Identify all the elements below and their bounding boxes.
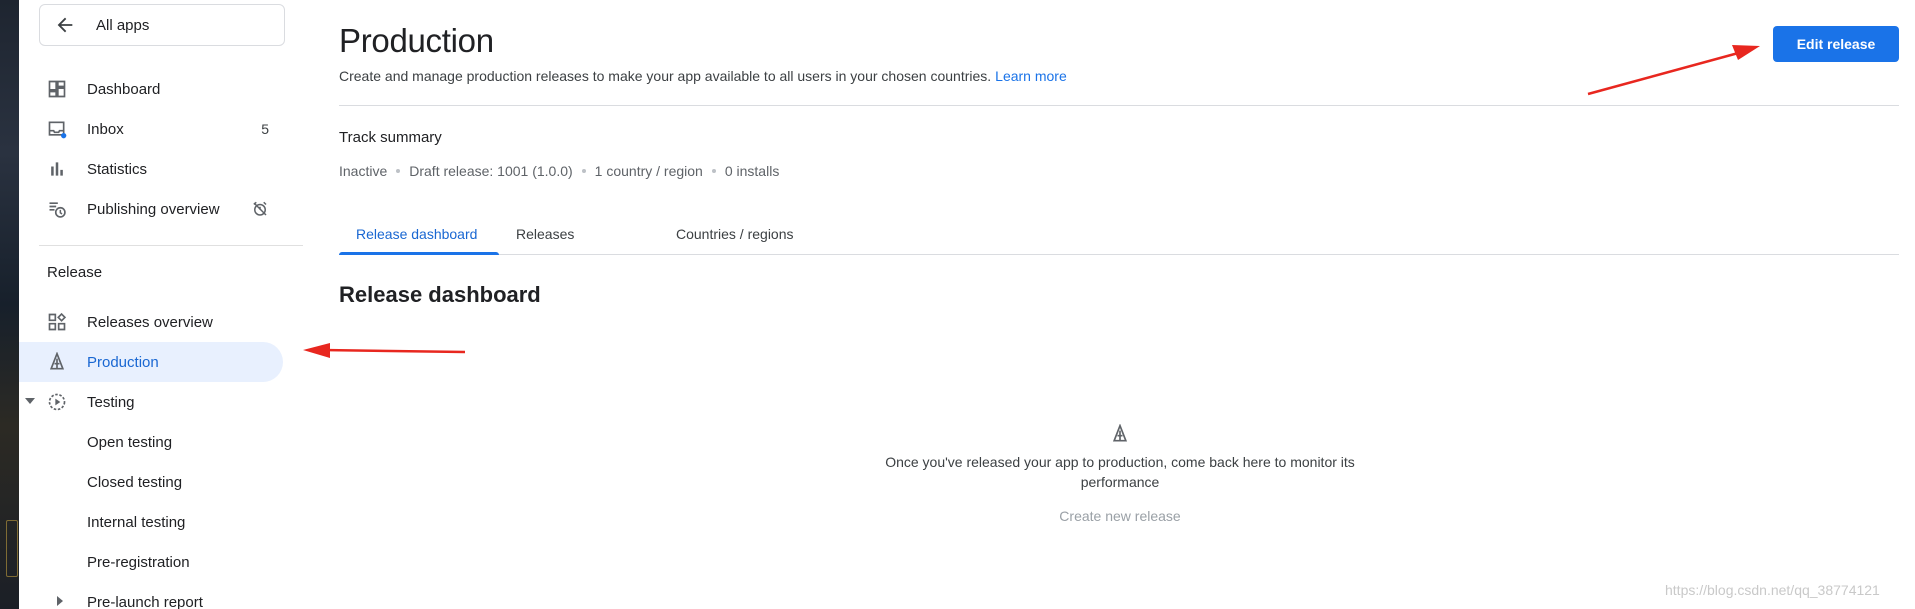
page-subtitle: Create and manage production releases to… bbox=[339, 68, 1067, 84]
all-apps-label: All apps bbox=[96, 16, 150, 34]
sidebar-item-pre-launch-report[interactable]: Pre-launch report bbox=[19, 582, 283, 609]
separator-dot bbox=[396, 169, 401, 173]
tab-countries-regions[interactable]: Countries / regions bbox=[676, 226, 794, 242]
sidebar-item-closed-testing[interactable]: Closed testing bbox=[19, 462, 283, 502]
releases-overview-icon bbox=[48, 312, 67, 331]
sidebar-item-label: Testing bbox=[87, 393, 135, 411]
sidebar-item-publishing-overview[interactable]: Publishing overview bbox=[19, 189, 283, 229]
sidebar-item-dashboard[interactable]: Dashboard bbox=[19, 69, 283, 109]
sidebar-item-label: Pre-registration bbox=[87, 553, 190, 571]
track-draft-release: Draft release: 1001 (1.0.0) bbox=[409, 163, 573, 179]
empty-state-message: Once you've released your app to product… bbox=[885, 454, 1355, 490]
sidebar-item-label: Publishing overview bbox=[87, 200, 220, 218]
edit-release-button[interactable]: Edit release bbox=[1773, 26, 1899, 62]
sidebar-item-label: Closed testing bbox=[87, 473, 183, 491]
chevron-down-icon[interactable] bbox=[25, 398, 35, 404]
sidebar-item-label: Dashboard bbox=[87, 80, 161, 98]
separator-dot bbox=[711, 169, 716, 173]
header-divider bbox=[339, 105, 1899, 106]
sidebar-divider bbox=[39, 245, 303, 246]
sidebar-item-releases-overview[interactable]: Releases overview bbox=[19, 302, 283, 342]
sidebar-item-testing[interactable]: Testing bbox=[19, 382, 283, 422]
track-summary-title: Track summary bbox=[339, 129, 442, 146]
subtitle-text: Create and manage production releases to… bbox=[339, 68, 992, 84]
sidebar-item-label: Releases overview bbox=[87, 313, 213, 331]
sidebar-item-label: Pre-launch report bbox=[87, 593, 203, 609]
production-icon bbox=[49, 352, 65, 370]
tab-bar: Release dashboard Releases Countries / r… bbox=[339, 216, 1899, 255]
section-title: Release dashboard bbox=[339, 282, 541, 307]
dashboard-icon bbox=[48, 80, 66, 98]
separator-dot bbox=[581, 169, 586, 173]
sidebar-item-label: Internal testing bbox=[87, 513, 186, 531]
track-countries: 1 country / region bbox=[594, 163, 703, 179]
inbox-icon bbox=[48, 121, 67, 139]
sidebar-item-inbox[interactable]: Inbox 5 bbox=[19, 109, 283, 149]
production-icon bbox=[1112, 424, 1128, 442]
testing-icon bbox=[48, 393, 66, 411]
sidebar-item-label: Statistics bbox=[87, 160, 148, 178]
background-image-strip bbox=[0, 0, 19, 609]
managed-publishing-off-icon bbox=[253, 201, 267, 216]
chevron-right-icon[interactable] bbox=[57, 596, 63, 606]
watermark-text: https://blog.csdn.net/qq_38774121 bbox=[1665, 582, 1880, 598]
release-section-label: Release bbox=[47, 264, 103, 281]
sidebar-item-label: Inbox bbox=[87, 120, 124, 138]
inbox-count-badge: 5 bbox=[261, 121, 269, 137]
publishing-overview-icon bbox=[49, 202, 66, 218]
arrow-back-icon bbox=[57, 17, 73, 33]
sidebar-item-label: Open testing bbox=[87, 433, 173, 451]
sidebar: All apps Dashboard Inbox 5 Statistics Pu… bbox=[19, 0, 303, 609]
sidebar-item-statistics[interactable]: Statistics bbox=[19, 149, 283, 189]
main-content: Production Create and manage production … bbox=[339, 0, 1899, 609]
page-title: Production bbox=[339, 22, 494, 59]
sidebar-item-label: Production bbox=[87, 353, 159, 371]
tab-release-dashboard[interactable]: Release dashboard bbox=[356, 226, 477, 242]
learn-more-link[interactable]: Learn more bbox=[995, 68, 1067, 84]
tab-releases[interactable]: Releases bbox=[516, 226, 574, 242]
sidebar-item-pre-registration[interactable]: Pre-registration bbox=[19, 542, 283, 582]
sidebar-item-internal-testing[interactable]: Internal testing bbox=[19, 502, 283, 542]
create-new-release-button[interactable]: Create new release bbox=[1020, 508, 1220, 524]
sidebar-item-production[interactable]: Production bbox=[19, 342, 283, 382]
sidebar-item-open-testing[interactable]: Open testing bbox=[19, 422, 283, 462]
all-apps-button[interactable]: All apps bbox=[39, 4, 285, 46]
track-status: Inactive bbox=[339, 163, 388, 179]
track-installs: 0 installs bbox=[724, 163, 780, 179]
bar-chart-icon bbox=[51, 162, 63, 176]
track-summary-row: Inactive Draft release: 1001 (1.0.0) 1 c… bbox=[339, 163, 779, 179]
active-tab-indicator bbox=[339, 252, 499, 255]
